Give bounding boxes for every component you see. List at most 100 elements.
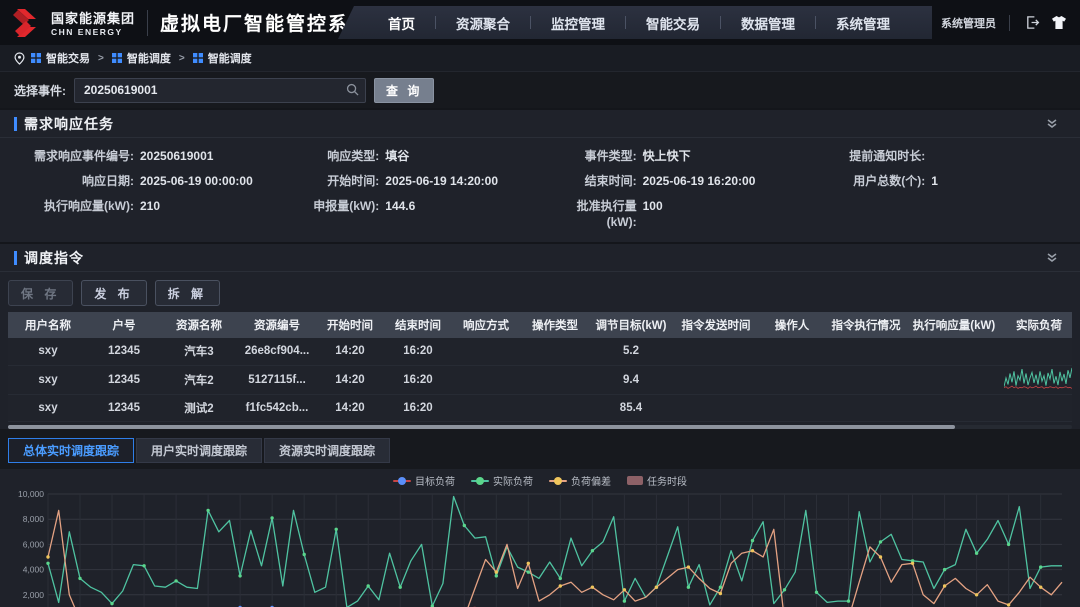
column-header[interactable]: 操作人 <box>760 312 824 338</box>
table-header-row: 用户名称户号资源名称资源编号开始时间结束时间响应方式操作类型调节目标(kW)指令… <box>8 312 1072 338</box>
table-row[interactable]: sxy12345汽车326e8cf904...14:2016:205.2 <box>8 338 1072 365</box>
demand-response-panel: 需求响应任务 需求响应事件编号:20250619001响应类型:填谷事件类型:快… <box>0 108 1080 242</box>
table-cell: sxy <box>8 338 88 365</box>
table-cell <box>520 365 590 394</box>
logout-icon[interactable] <box>1023 14 1041 32</box>
nav-item-2[interactable]: 监控管理 <box>531 13 625 33</box>
table-cell: sxy <box>8 394 88 421</box>
table-cell <box>520 394 590 421</box>
app-title: 虚拟电厂智能管控系统 <box>160 9 370 36</box>
column-header[interactable]: 户号 <box>88 312 160 338</box>
load-tracking-chart: 02,0004,0006,0008,00010,0000:000:451:302… <box>8 489 1070 607</box>
column-header[interactable]: 实际负荷 <box>1000 312 1072 338</box>
chart-legend: 目标负荷 实际负荷 负荷偏差 任务时段 <box>8 473 1072 489</box>
field-label: 用户总数(个): <box>825 173 925 189</box>
field-value: 210 <box>140 198 160 230</box>
legend-item-0[interactable]: 目标负荷 <box>393 473 455 488</box>
legend-line <box>471 480 489 482</box>
column-header[interactable]: 结束时间 <box>384 312 452 338</box>
column-header[interactable]: 响应方式 <box>452 312 520 338</box>
tab-tracking-0[interactable]: 总体实时调度跟踪 <box>8 438 134 463</box>
collapse-chevron-icon[interactable] <box>1046 117 1058 135</box>
demand-response-fields: 需求响应事件编号: 20250619001 响应类型:填谷事件类型:快上快下提前通知… <box>0 138 1080 242</box>
query-button[interactable]: 查 询 <box>374 78 434 103</box>
field-3: 提前通知时长: <box>825 148 1070 164</box>
field-value: 100 <box>643 198 663 230</box>
org-name-en: CHN ENERGY <box>51 27 135 37</box>
dispatch-button-1[interactable]: 发 布 <box>81 280 146 306</box>
dispatch-panel: 调度指令 保 存发 布拆 解 用户名称户号资源名称资源编号开始时间结束时间响应方… <box>0 242 1080 429</box>
chart-panel: 目标负荷 实际负荷 负荷偏差 任务时段 02,0004,0006,0008,00010… <box>0 469 1080 607</box>
field-label: 申报量(kW): <box>293 198 379 230</box>
table-cell: 12345 <box>88 338 160 365</box>
field-value: 20250619001 <box>140 148 213 164</box>
table-cell <box>908 338 1000 365</box>
dispatch-title: 调度指令 <box>24 248 84 268</box>
table-cell: 14:20 <box>316 394 384 421</box>
table-cell <box>908 365 1000 394</box>
table-cell: 汽车3 <box>160 338 238 365</box>
table-cell: 16:20 <box>384 365 452 394</box>
table-row[interactable]: sxy12345测试2f1fc542cb...14:2016:2085.4 <box>8 394 1072 421</box>
table-cell <box>672 338 760 365</box>
column-header[interactable]: 用户名称 <box>8 312 88 338</box>
table-cell <box>760 365 824 394</box>
column-header[interactable]: 执行响应量(kW) <box>908 312 1000 338</box>
table-row[interactable]: sxy12345汽车25127115f...14:2016:209.4 <box>8 365 1072 394</box>
column-header[interactable]: 资源编号 <box>238 312 316 338</box>
nav-item-5[interactable]: 系统管理 <box>816 13 910 33</box>
event-select-label: 选择事件: <box>14 82 66 99</box>
event-search-bar: 选择事件: 查 询 <box>0 72 1080 108</box>
search-icon[interactable] <box>346 83 359 101</box>
table-cell <box>760 394 824 421</box>
column-header[interactable]: 调节目标(kW) <box>590 312 672 338</box>
dispatch-button-2[interactable]: 拆 解 <box>155 280 220 306</box>
table-cell <box>452 365 520 394</box>
field-2: 事件类型:快上快下 <box>549 148 826 164</box>
column-header[interactable]: 开始时间 <box>316 312 384 338</box>
scrollbar-thumb[interactable] <box>8 425 955 429</box>
field-label: 事件类型: <box>549 148 637 164</box>
table-cell <box>520 338 590 365</box>
nav-item-1[interactable]: 资源聚合 <box>436 13 530 33</box>
org-name-cn: 国家能源集团 <box>51 8 135 27</box>
field-label: 提前通知时长: <box>825 148 925 164</box>
legend-item-band[interactable]: 任务时段 <box>627 473 687 488</box>
legend-label: 任务时段 <box>647 473 687 488</box>
nav-item-4[interactable]: 数据管理 <box>721 13 815 33</box>
legend-item-2[interactable]: 负荷偏差 <box>549 473 611 488</box>
tab-tracking-2[interactable]: 资源实时调度跟踪 <box>264 438 390 463</box>
chn-energy-logo <box>12 8 44 38</box>
collapse-chevron-icon[interactable] <box>1046 251 1058 269</box>
field-label: 需求响应事件编号: <box>6 148 134 164</box>
table-cell: 85.4 <box>590 394 672 421</box>
table-horizontal-scrollbar <box>8 425 1072 429</box>
column-header[interactable]: 指令执行情况 <box>824 312 908 338</box>
table-cell <box>908 394 1000 421</box>
legend-item-1[interactable]: 实际负荷 <box>471 473 533 488</box>
nav-item-0[interactable]: 首页 <box>368 13 435 33</box>
dispatch-button-0[interactable]: 保 存 <box>8 280 73 306</box>
field-value: 2025-06-19 14:20:00 <box>385 173 498 189</box>
breadcrumb: 智能交易>智能调度>智能调度 <box>0 45 1080 72</box>
field-6: 结束时间:2025-06-19 16:20:00 <box>549 173 826 189</box>
divider <box>147 10 148 36</box>
breadcrumb-item-2[interactable]: 智能调度 <box>193 50 252 66</box>
tab-tracking-1[interactable]: 用户实时调度跟踪 <box>136 438 262 463</box>
field-1: 响应类型:填谷 <box>293 148 548 164</box>
breadcrumb-item-1[interactable]: 智能调度 <box>112 50 171 66</box>
breadcrumb-separator: > <box>98 53 104 64</box>
table-cell <box>760 338 824 365</box>
table-cell <box>672 394 760 421</box>
table-cell <box>452 394 520 421</box>
column-header[interactable]: 资源名称 <box>160 312 238 338</box>
field-label: 结束时间: <box>549 173 637 189</box>
legend-band-swatch <box>627 476 643 485</box>
field-0: 需求响应事件编号: 20250619001 <box>6 148 293 164</box>
theme-skin-icon[interactable] <box>1050 14 1068 32</box>
column-header[interactable]: 指令发送时间 <box>672 312 760 338</box>
event-select-input[interactable] <box>74 78 366 103</box>
column-header[interactable]: 操作类型 <box>520 312 590 338</box>
breadcrumb-item-0[interactable]: 智能交易 <box>31 50 90 66</box>
nav-item-3[interactable]: 智能交易 <box>626 13 720 33</box>
